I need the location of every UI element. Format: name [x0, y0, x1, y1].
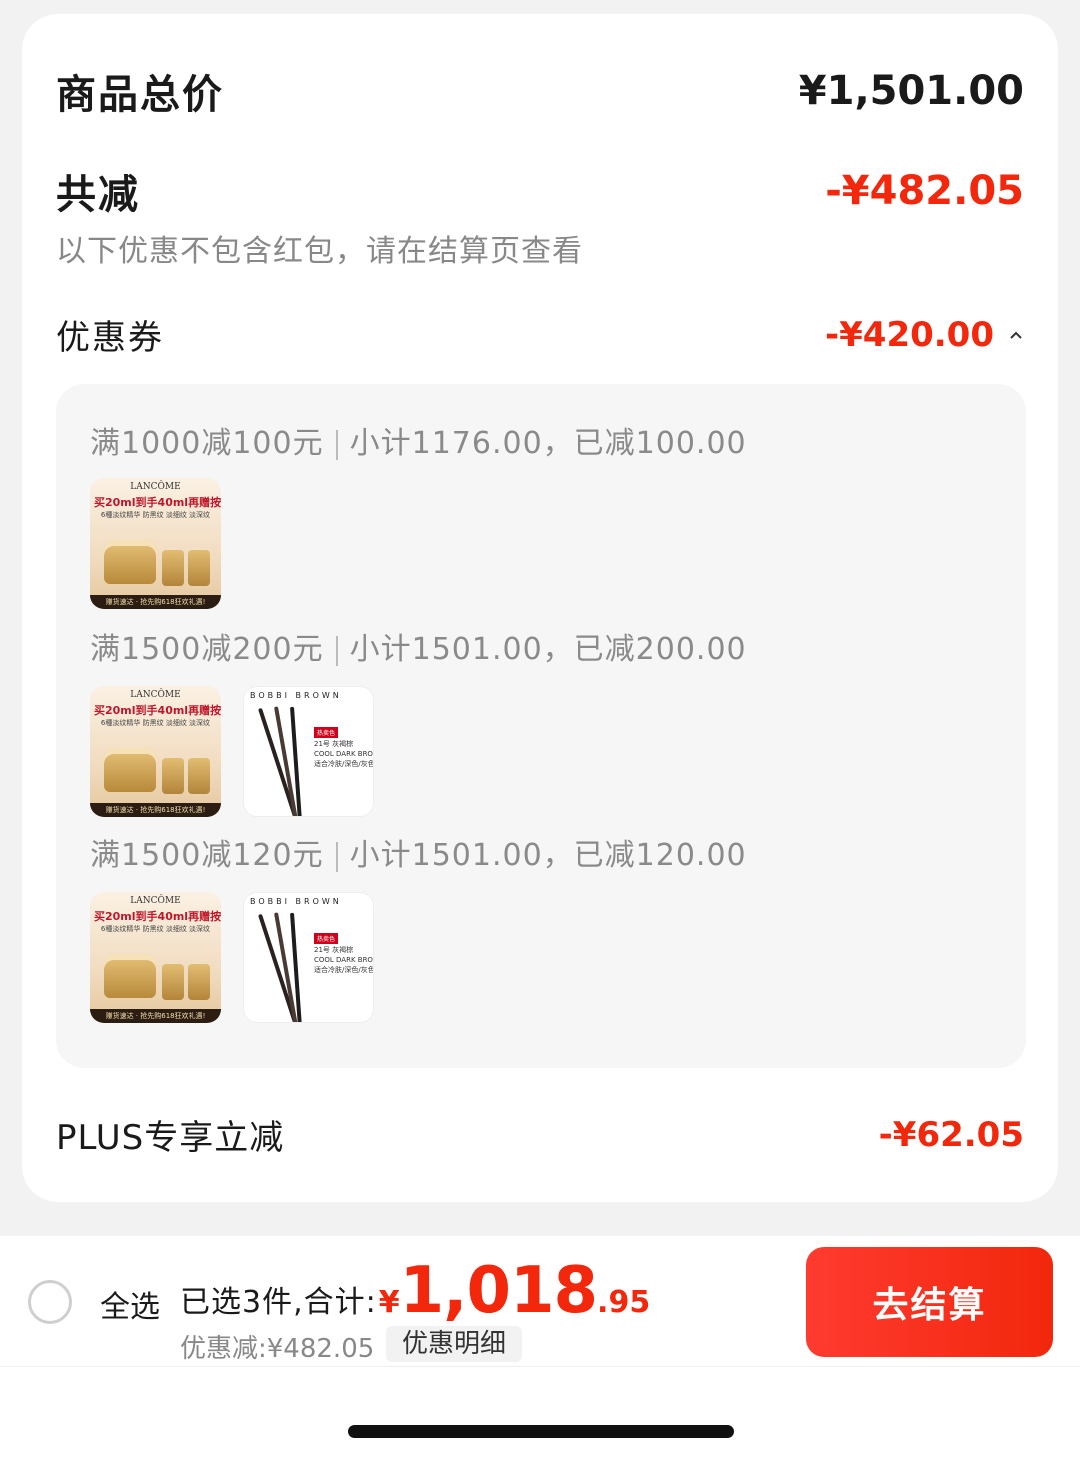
promo-rule: 满1000减100元	[90, 426, 324, 461]
thumb-footer: 赚货速达 · 抢先购618狂欢礼遇!	[90, 1009, 221, 1023]
thumb-brand: LANCÔME	[130, 690, 181, 700]
select-all-radio[interactable]	[28, 1280, 72, 1324]
thumb-brand: BOBBI BROWN	[250, 691, 342, 700]
thumb-subline: 6種淡纹精华 防黑纹 淡细纹 淡深纹	[100, 511, 211, 519]
reduce-row: 共减 -¥482.05	[56, 162, 1024, 220]
promo-rule: 满1500减200元	[90, 632, 324, 667]
plus-row: PLUS专享立减 -¥62.05	[56, 1110, 1024, 1159]
thumb-footer: 赚货速达 · 抢先购618狂欢礼遇!	[90, 803, 221, 817]
promo-line-2: 满1500减200元 小计1501.00，已减200.00	[90, 624, 747, 668]
thumb-tag: 热卖色	[314, 933, 339, 944]
cream-jar-image	[188, 758, 210, 794]
select-all-label[interactable]: 全选	[100, 1282, 160, 1326]
promo-line-3: 满1500减120元 小计1501.00，已减120.00	[90, 830, 747, 874]
thumb-headline: 买20ml到手40ml再赠按摩棒	[94, 910, 221, 923]
total-value: ¥1,501.00	[798, 68, 1024, 114]
selected-count-label: 已选3件,合计:	[180, 1285, 377, 1320]
thumb-subline: 6種淡纹精华 防黑纹 淡细纹 淡深纹	[100, 925, 211, 933]
cream-jar-image	[188, 964, 210, 1000]
thumb-line: COOL DARK BROWN	[314, 956, 373, 964]
home-indicator[interactable]	[348, 1425, 734, 1438]
currency-symbol: ¥	[378, 1285, 400, 1320]
thumb-brand: LANCÔME	[130, 482, 181, 492]
price-summary-card: 商品总价 ¥1,501.00 共减 -¥482.05 以下优惠不包含红包，请在结…	[22, 14, 1058, 1202]
thumb-headline: 买20ml到手40ml再赠按摩棒	[94, 496, 221, 509]
plus-value: -¥62.05	[878, 1114, 1024, 1155]
order-total: 已选3件,合计: ¥ 1,018 .95	[180, 1254, 650, 1328]
divider	[335, 429, 338, 460]
promo-rule: 满1500减120元	[90, 838, 324, 873]
cream-jar-image	[104, 540, 156, 584]
product-thumb-lancome[interactable]: LANCÔME 买20ml到手40ml再赠按摩棒 6種淡纹精华 防黑纹 淡细纹 …	[90, 478, 221, 609]
cream-jar-image	[162, 964, 184, 1000]
promo-line-1: 满1000减100元 小计1176.00，已减100.00	[90, 418, 747, 462]
cream-jar-image	[162, 550, 184, 586]
product-thumb-lancome[interactable]: LANCÔME 买20ml到手40ml再赠按摩棒 6種淡纹精华 防黑纹 淡细纹 …	[90, 686, 221, 817]
promo-2-products: LANCÔME 买20ml到手40ml再赠按摩棒 6種淡纹精华 防黑纹 淡细纹 …	[90, 686, 374, 817]
total-label: 商品总价	[56, 72, 224, 118]
discount-note: 以下优惠不包含红包，请在结算页查看	[56, 234, 583, 269]
promo-3-products: LANCÔME 买20ml到手40ml再赠按摩棒 6種淡纹精华 防黑纹 淡细纹 …	[90, 892, 374, 1023]
thumb-line: COOL DARK BROWN	[314, 750, 373, 758]
thumb-headline: 买20ml到手40ml再赠按摩棒	[94, 704, 221, 717]
promo-1-products: LANCÔME 买20ml到手40ml再赠按摩棒 6種淡纹精华 防黑纹 淡细纹 …	[90, 478, 221, 609]
thumb-line: 21号 灰褐棕	[314, 946, 354, 954]
discount-detail-button[interactable]: 优惠明细	[386, 1326, 523, 1362]
coupon-label: 优惠券	[56, 318, 164, 358]
coupon-details-panel: 满1000减100元 小计1176.00，已减100.00 LANCÔME 买20…	[56, 384, 1026, 1068]
thumb-subline: 6種淡纹精华 防黑纹 淡细纹 淡深纹	[100, 719, 211, 727]
home-indicator-area	[0, 1367, 1080, 1460]
cream-jar-image	[104, 954, 156, 998]
coupon-value: -¥420.00	[825, 314, 994, 355]
coupon-value-wrap: -¥420.00	[825, 315, 1024, 355]
thumb-text: 21号 灰褐棕 COOL DARK BROWN 适合冷肤/深色/灰色系发色	[314, 739, 373, 769]
total-decimal: .95	[597, 1285, 651, 1320]
reduce-label: 共减	[56, 172, 140, 218]
product-thumb-bobbi-brown[interactable]: BOBBI BROWN 热卖色 21号 灰褐棕 COOL DARK BROWN …	[243, 892, 374, 1023]
discount-text: 优惠减:¥482.05	[180, 1334, 375, 1364]
promo-detail: 小计1501.00，已减200.00	[349, 632, 747, 667]
thumb-footer: 赚货速达 · 抢先购618狂欢礼遇!	[90, 595, 221, 609]
promo-detail: 小计1176.00，已减100.00	[349, 426, 747, 461]
plus-label: PLUS专享立减	[56, 1118, 285, 1158]
thumb-brand: BOBBI BROWN	[250, 897, 342, 906]
total-integer: 1,018	[399, 1254, 598, 1328]
thumb-line: 适合冷肤/深色/灰色系发色	[314, 966, 373, 974]
thumb-brand: LANCÔME	[130, 896, 181, 906]
cream-jar-image	[188, 550, 210, 586]
thumb-line: 21号 灰褐棕	[314, 740, 354, 748]
reduce-value: -¥482.05	[825, 168, 1024, 214]
checkout-button[interactable]: 去结算	[806, 1247, 1053, 1357]
product-thumb-lancome[interactable]: LANCÔME 买20ml到手40ml再赠按摩棒 6種淡纹精华 防黑纹 淡细纹 …	[90, 892, 221, 1023]
total-row: 商品总价 ¥1,501.00	[56, 62, 1024, 120]
divider	[335, 841, 338, 872]
thumb-line: 适合冷肤/深色/灰色系发色	[314, 760, 373, 768]
chevron-up-icon[interactable]	[1008, 327, 1024, 343]
coupon-row[interactable]: 优惠券 -¥420.00	[56, 310, 1024, 359]
product-thumb-bobbi-brown[interactable]: BOBBI BROWN 热卖色 21号 灰褐棕 COOL DARK BROWN …	[243, 686, 374, 817]
promo-detail: 小计1501.00，已减120.00	[349, 838, 747, 873]
thumb-text: 21号 灰褐棕 COOL DARK BROWN 适合冷肤/深色/灰色系发色	[314, 945, 373, 975]
checkout-bar: 全选 已选3件,合计: ¥ 1,018 .95 优惠减:¥482.05 优惠明细…	[0, 1236, 1080, 1366]
thumb-tag: 热卖色	[314, 727, 339, 738]
cream-jar-image	[162, 758, 184, 794]
cream-jar-image	[104, 748, 156, 792]
divider	[335, 635, 338, 666]
